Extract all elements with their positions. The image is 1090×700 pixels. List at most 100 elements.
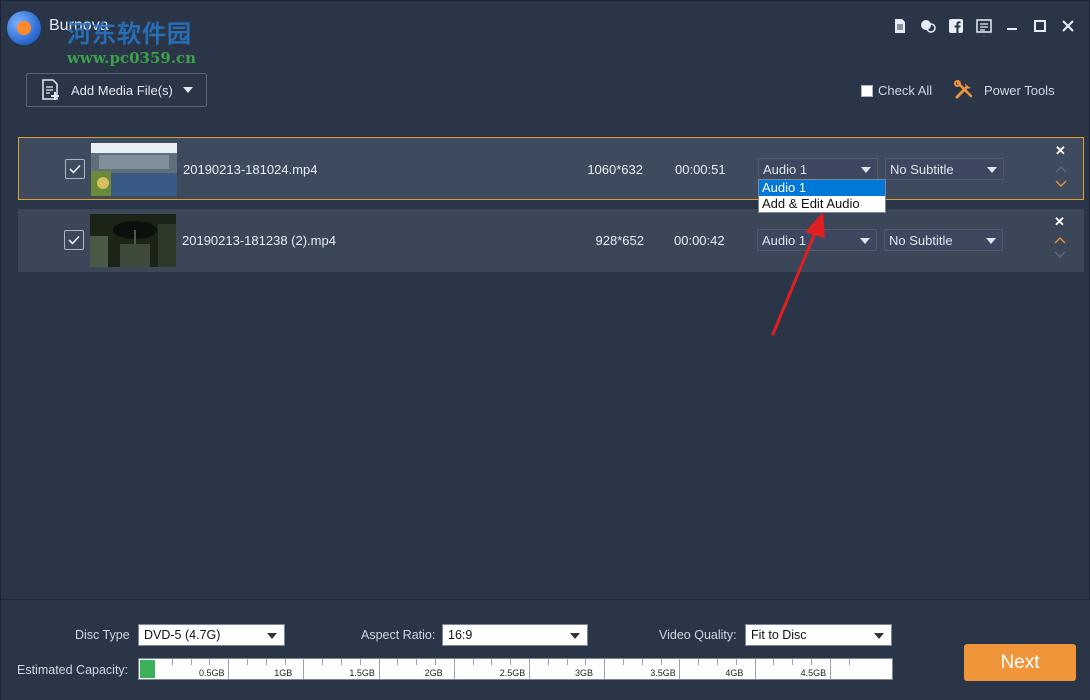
capacity-minor-tick — [792, 659, 794, 665]
close-icon[interactable] — [1059, 17, 1077, 35]
capacity-minor-tick — [171, 659, 173, 665]
audio-track-select[interactable]: Audio 1 — [758, 158, 878, 180]
capacity-tick-label: 1.5GB — [349, 668, 375, 678]
file-row-2[interactable]: 20190213-181238 (2).mp4 928*652 00:00:42… — [18, 209, 1084, 272]
remove-file-icon[interactable]: ✕ — [1054, 214, 1065, 230]
subtitle-select[interactable]: No Subtitle — [885, 158, 1004, 180]
move-down-icon[interactable] — [1054, 246, 1066, 258]
file-resolution: 1060*632 — [587, 162, 643, 177]
capacity-minor-tick — [416, 659, 418, 665]
capacity-minor-tick — [435, 659, 436, 665]
capacity-minor-tick — [698, 659, 700, 665]
capacity-minor-tick — [303, 659, 305, 679]
capacity-tick-label: 3.5GB — [650, 668, 676, 678]
aspect-ratio-label: Aspect Ratio: — [361, 628, 436, 642]
capacity-minor-tick — [848, 659, 850, 665]
check-all-label: Check All — [878, 83, 933, 98]
capacity-minor-tick — [585, 659, 587, 665]
minimize-icon[interactable] — [1003, 17, 1021, 35]
facebook-icon[interactable] — [947, 17, 965, 35]
capacity-minor-tick — [510, 659, 512, 665]
capacity-minor-tick — [228, 659, 230, 679]
capacity-tick-label: 3GB — [575, 668, 594, 678]
move-down-icon[interactable] — [1055, 175, 1067, 187]
capacity-tick-label: 0.5GB — [199, 668, 225, 678]
file-checkbox[interactable] — [64, 230, 84, 250]
subtitle-value: No Subtitle — [890, 162, 954, 177]
file-duration: 00:00:42 — [674, 233, 725, 248]
disc-type-select[interactable]: DVD-5 (4.7G) — [138, 624, 285, 646]
capacity-tick-label: 1GB — [274, 668, 293, 678]
capacity-tick-label: 4GB — [725, 668, 744, 678]
burnova-window: Burnova 河东软件园 www.pc0359.cn Add Media Fi… — [0, 0, 1090, 700]
capacity-minor-tick — [397, 659, 399, 665]
check-all-checkbox[interactable]: Check All — [861, 83, 932, 98]
capacity-tick-label: 4.5GB — [800, 668, 827, 678]
capacity-minor-tick — [660, 659, 662, 665]
capacity-fill — [140, 660, 155, 678]
aspect-ratio-value: 16:9 — [448, 628, 473, 642]
subtitle-select[interactable]: No Subtitle — [884, 229, 1003, 251]
capacity-minor-tick — [284, 659, 286, 665]
app-logo-icon — [7, 11, 41, 45]
capacity-minor-tick — [359, 659, 361, 665]
audio-option-add-edit[interactable]: Add & Edit Audio — [759, 196, 885, 212]
menu-icon[interactable] — [975, 17, 993, 35]
file-name: 20190213-181024.mp4 — [183, 162, 318, 177]
checkbox-icon — [861, 84, 873, 97]
audio-track-value: Audio 1 — [762, 233, 807, 248]
video-quality-select[interactable]: Fit to Disc — [745, 624, 892, 646]
remove-file-icon[interactable]: ✕ — [1055, 143, 1066, 159]
audio-option-1[interactable]: Audio 1 — [759, 180, 885, 196]
power-tools-button[interactable]: Power Tools — [953, 79, 1055, 101]
capacity-minor-tick — [529, 659, 530, 679]
file-resolution: 928*652 — [595, 233, 644, 248]
capacity-tick-label: 2GB — [424, 668, 443, 678]
document-icon[interactable] — [891, 17, 909, 35]
capacity-minor-tick — [735, 659, 737, 665]
capacity-label: Estimated Capacity: — [17, 663, 129, 677]
checkmark-icon — [68, 235, 80, 245]
bottom-panel: Disc Type DVD-5 (4.7G) Aspect Ratio: 16:… — [1, 599, 1090, 700]
capacity-minor-tick — [453, 659, 455, 679]
disc-type-value: DVD-5 (4.7G) — [144, 628, 221, 642]
tools-icon — [954, 80, 973, 99]
file-row-1[interactable]: 20190213-181024.mp4 1060*632 00:00:51 Au… — [18, 137, 1084, 200]
capacity-minor-tick — [679, 659, 681, 679]
capacity-minor-tick — [811, 659, 812, 665]
checkmark-icon — [69, 164, 81, 174]
move-up-icon[interactable] — [1055, 160, 1067, 173]
aspect-ratio-select[interactable]: 16:9 — [442, 624, 588, 646]
watermark-text: 河东软件园 — [67, 19, 192, 48]
move-up-icon[interactable] — [1054, 231, 1066, 244]
maximize-icon[interactable] — [1031, 17, 1049, 35]
chevron-down-icon — [987, 167, 997, 173]
capacity-minor-tick — [322, 659, 324, 665]
chevron-down-icon — [267, 633, 277, 639]
capacity-minor-tick — [604, 659, 606, 679]
capacity-minor-tick — [247, 659, 248, 665]
title-bar: Burnova 河东软件园 www.pc0359.cn — [1, 1, 1090, 67]
next-button[interactable]: Next — [964, 644, 1076, 681]
chat-icon[interactable] — [919, 17, 937, 35]
video-thumbnail — [90, 214, 176, 267]
audio-track-select[interactable]: Audio 1 — [757, 229, 877, 251]
add-media-label: Add Media File(s) — [71, 82, 173, 98]
capacity-minor-tick — [378, 659, 380, 679]
video-thumbnail — [91, 143, 177, 196]
capacity-tick-label: 2.5GB — [499, 668, 526, 678]
file-checkbox[interactable] — [65, 159, 85, 179]
capacity-minor-tick — [773, 659, 775, 665]
capacity-minor-tick — [754, 659, 756, 679]
capacity-minor-tick — [547, 659, 549, 665]
capacity-minor-tick — [491, 659, 493, 665]
audio-track-value: Audio 1 — [763, 162, 808, 177]
capacity-minor-tick — [566, 659, 568, 665]
chevron-down-icon — [570, 633, 580, 639]
capacity-minor-tick — [341, 659, 342, 665]
add-media-button[interactable]: Add Media File(s) — [26, 73, 207, 107]
disc-type-label: Disc Type — [75, 628, 130, 642]
chevron-down-icon — [874, 633, 884, 639]
video-quality-label: Video Quality: — [659, 628, 737, 642]
chevron-down-icon — [182, 87, 193, 93]
